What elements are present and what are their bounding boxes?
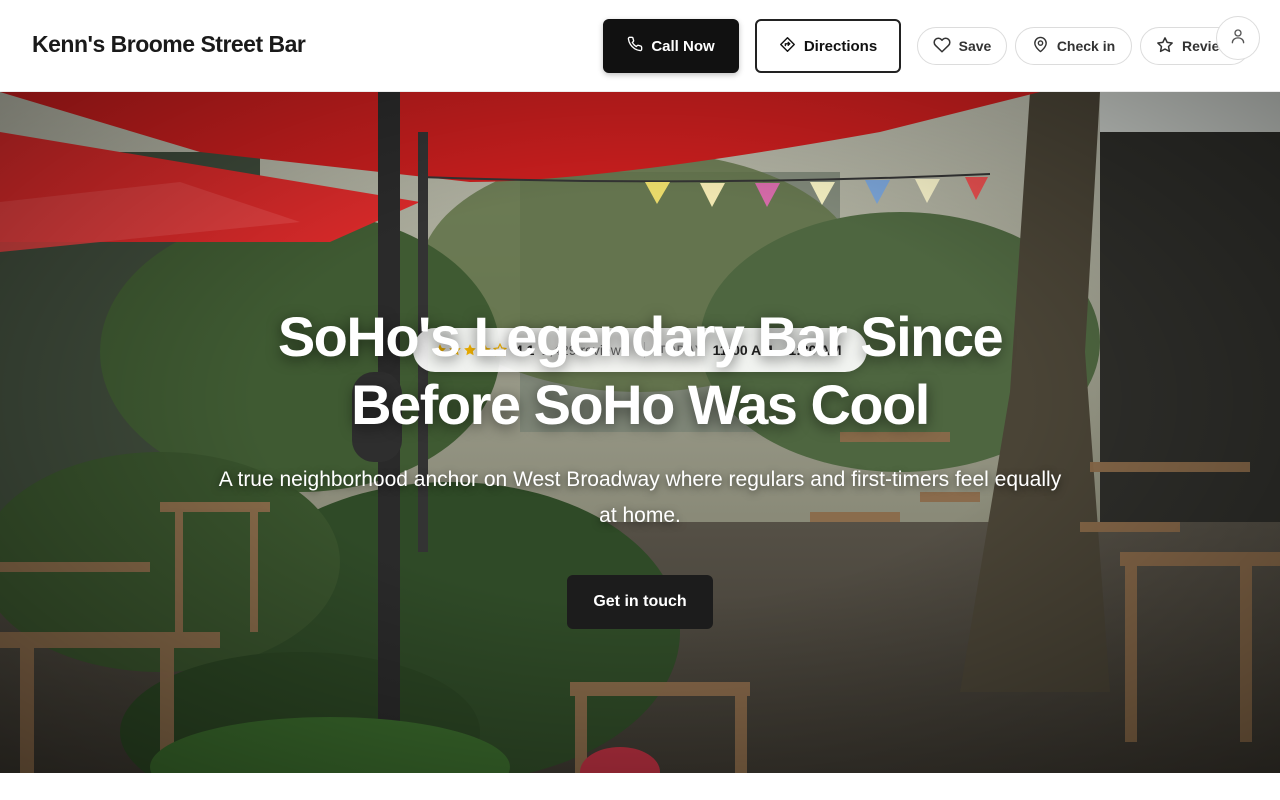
map-pin-icon: [1032, 36, 1049, 56]
star-icon: [1156, 36, 1174, 57]
page-below-hero: [0, 773, 1280, 800]
hero-subhead: A true neighborhood anchor on West Broad…: [218, 468, 1062, 527]
directions-button[interactable]: Directions: [755, 19, 901, 73]
account-button[interactable]: [1216, 16, 1260, 60]
user-icon: [1229, 27, 1247, 50]
check-in-button[interactable]: Check in: [1015, 27, 1132, 65]
get-in-touch-button[interactable]: Get in touch: [567, 575, 713, 629]
hero-headline: SoHo's Legendary Bar Since Before SoHo W…: [277, 305, 1004, 436]
call-now-button[interactable]: Call Now: [603, 19, 739, 73]
call-now-label: Call Now: [651, 37, 715, 55]
business-name[interactable]: Kenn's Broome Street Bar: [32, 31, 306, 58]
check-in-label: Check in: [1056, 38, 1116, 54]
save-label: Save: [958, 38, 992, 54]
site-header: Kenn's Broome Street Bar Call Now Direct…: [0, 0, 1280, 92]
heart-icon: [933, 36, 951, 57]
hero-section: 4.1 1,429 reviews TODAY 11:00 AM – 1:30 …: [0, 92, 1280, 773]
directions-icon: [779, 36, 796, 57]
phone-icon: [627, 36, 643, 56]
save-button[interactable]: Save: [917, 27, 1007, 65]
directions-label: Directions: [803, 37, 878, 55]
